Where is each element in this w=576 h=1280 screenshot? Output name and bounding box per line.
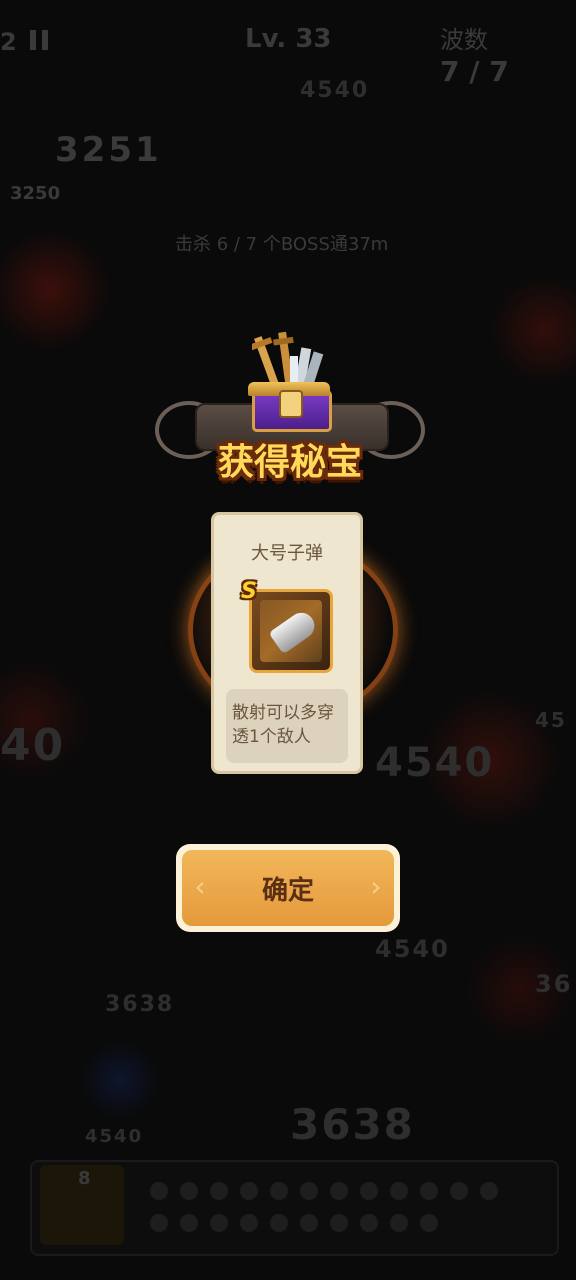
stage-number: 2 [0,28,17,56]
skill-book-count: 8 [78,1168,91,1189]
player-level: Lv. 33 [245,24,332,54]
treasure-chest-icon [248,330,332,432]
damage-number: 40 [0,720,66,771]
skill-slot-icon [240,1214,258,1232]
confirm-button-label: 确定 [261,875,314,906]
gold-counter: 3251 [55,130,162,170]
confirm-button-face: ‹ 确定 › [182,850,394,926]
skill-slot-icon [270,1214,288,1232]
skill-slot-icon [300,1214,318,1232]
skill-slot-icon [270,1182,288,1200]
item-description: 散射可以多穿透1个敌人 [226,689,348,763]
pause-icon[interactable] [30,30,52,50]
reward-title: 获得秘宝 [217,442,362,483]
boss-kill-progress: 击杀 6 / 7 个BOSS通37m [175,234,389,255]
wave-count: 7 / 7 [440,55,509,88]
skill-slot-icon [360,1182,378,1200]
chevron-right-icon: › [370,870,382,903]
damage-number: 3638 [105,992,175,1017]
damage-number: 36 [535,970,573,998]
damage-number: 4540 [375,740,495,786]
skill-slot-icon [240,1182,258,1200]
skill-slot-icon [390,1182,408,1200]
gold-sub-counter: 3250 [10,183,61,204]
confirm-button[interactable]: ‹ 确定 › [176,844,400,932]
damage-number: 3638 [290,1100,415,1149]
rank-badge: S [241,579,257,604]
skill-slot-icon [330,1182,348,1200]
skill-slot-icon [480,1182,498,1200]
skill-slot-icon [330,1214,348,1232]
skill-slot-icon [390,1214,408,1232]
damage-number: 4540 [375,935,450,963]
skill-slot-icon [180,1182,198,1200]
chest-swords-icon [252,331,324,387]
skill-slot-icon [150,1214,168,1232]
damage-number: 4540 [85,1126,144,1147]
bullet-icon [268,607,320,655]
skill-slot-icon [450,1182,468,1200]
skill-slot-icon [300,1182,318,1200]
skill-slot-icon [150,1182,168,1200]
reward-card[interactable]: 大号子弹 S 散射可以多穿透1个敌人 [211,512,363,774]
skill-slot-icon [180,1214,198,1232]
lock-icon [279,390,303,418]
skill-slot-icon [360,1214,378,1232]
skill-slot-icon [210,1182,228,1200]
damage-number: 45 [535,708,567,732]
game-screen: 2 Lv. 33 波数 7 / 7 3251 3250 击杀 6 / 7 个BO… [0,0,576,1280]
wave-label: 波数 [440,26,488,54]
skill-slot-icon [210,1214,228,1232]
damage-number: 4540 [300,78,370,103]
skill-slot-icon [420,1182,438,1200]
item-name: 大号子弹 [251,543,323,564]
skill-slot-icon [420,1214,438,1232]
chevron-left-icon: ‹ [194,870,206,903]
big-bullet-icon [249,589,333,673]
